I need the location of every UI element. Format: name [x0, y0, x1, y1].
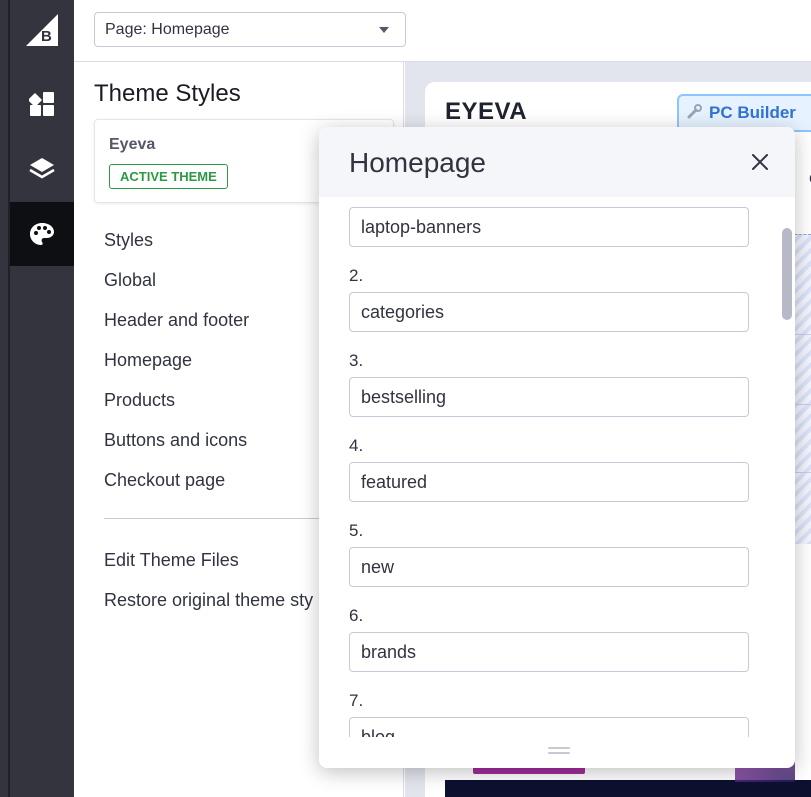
- modal-header: Homepage: [319, 127, 795, 197]
- wrench-icon: [687, 103, 703, 124]
- top-bar: Page: Homepage: [74, 0, 811, 62]
- nav-item-homepage[interactable]: Homepage: [104, 350, 192, 371]
- pc-builder-label: PC Builder: [709, 103, 796, 122]
- scrollbar-thumb[interactable]: [782, 228, 792, 320]
- section-field-5[interactable]: new: [349, 547, 749, 587]
- section-field-4[interactable]: featured: [349, 462, 749, 502]
- section-field-1[interactable]: laptop-banners: [349, 207, 749, 247]
- field-number: 6.: [349, 606, 364, 625]
- page-select-value: Page: Homepage: [105, 20, 230, 38]
- layers-icon[interactable]: [10, 137, 74, 201]
- nav-item-header-footer[interactable]: Header and footer: [104, 310, 249, 331]
- hero-banner: [445, 780, 811, 797]
- restore-theme-link[interactable]: Restore original theme sty: [104, 590, 313, 611]
- status-badge: ACTIVE THEME: [109, 164, 228, 189]
- nav-item-buttons-icons[interactable]: Buttons and icons: [104, 430, 247, 451]
- field-number: 5.: [349, 521, 364, 540]
- section-field-2[interactable]: categories: [349, 292, 749, 332]
- section-field-6[interactable]: brands: [349, 632, 749, 672]
- dashboard-icon[interactable]: [10, 72, 74, 136]
- field-number: 3.: [349, 351, 364, 370]
- field-number: 2.: [349, 266, 364, 285]
- modal-title: Homepage: [349, 147, 486, 178]
- nav-item-styles[interactable]: Styles: [104, 230, 153, 251]
- edit-theme-files-link[interactable]: Edit Theme Files: [104, 550, 239, 571]
- svg-text:B: B: [41, 28, 52, 45]
- modal-body: laptop-banners 2. categories 3. bestsell…: [319, 197, 795, 737]
- drag-handle-icon[interactable]: [548, 747, 570, 755]
- store-logo-text: EYEVA: [445, 98, 528, 125]
- palette-icon[interactable]: [10, 202, 74, 266]
- field-number: 4.: [349, 436, 364, 455]
- bigcommerce-logo-icon[interactable]: B: [26, 14, 58, 46]
- panel-title: Theme Styles: [94, 80, 241, 107]
- theme-name: Eyeva: [109, 136, 156, 153]
- nav-item-products[interactable]: Products: [104, 390, 175, 411]
- section-field-7[interactable]: blog: [349, 717, 749, 737]
- section-field-3[interactable]: bestselling: [349, 377, 749, 417]
- field-number: 7.: [349, 691, 364, 710]
- nav-item-checkout[interactable]: Checkout page: [104, 470, 225, 491]
- chevron-down-icon: [379, 27, 389, 33]
- page-select[interactable]: Page: Homepage: [94, 12, 406, 47]
- nav-item-global[interactable]: Global: [104, 270, 156, 291]
- homepage-modal: Homepage laptop-banners 2. categories 3.…: [319, 127, 795, 768]
- close-icon[interactable]: [749, 151, 771, 173]
